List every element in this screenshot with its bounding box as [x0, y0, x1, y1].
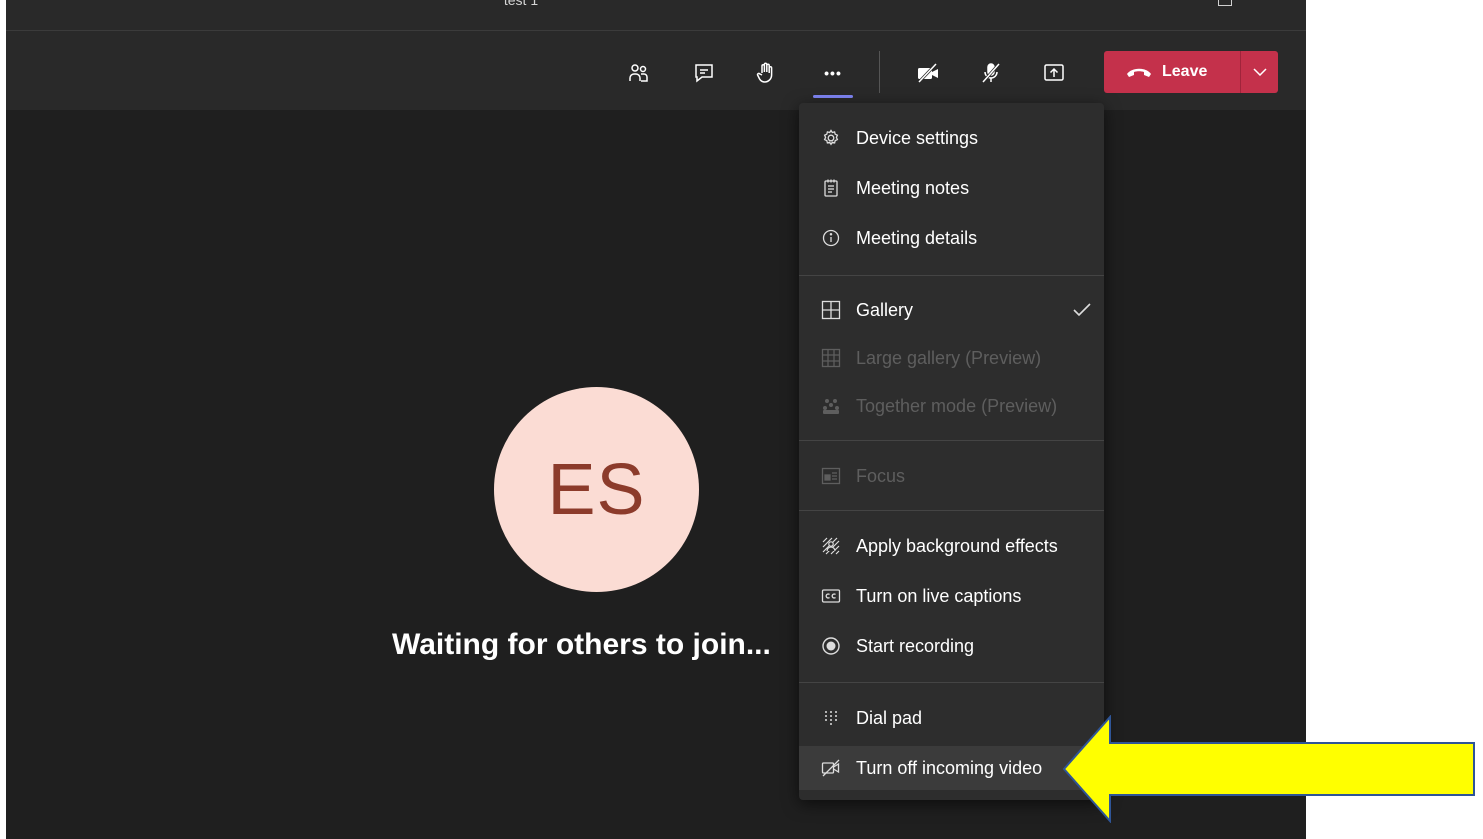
- gear-icon: [823, 129, 839, 146]
- title-bar: test 1: [6, 0, 1306, 30]
- teams-meeting-window: test 1 ••• Leave ES Waiting for others t…: [6, 0, 1306, 839]
- chevron-down-icon: [1252, 68, 1267, 76]
- menu-item-label: Meeting notes: [856, 177, 970, 198]
- meeting-toolbar: ••• Leave: [6, 30, 1306, 110]
- menu-item-turn-off-incoming-video[interactable]: Turn off incoming video: [799, 746, 1104, 790]
- menu-separator: [799, 440, 1104, 441]
- menu-item-live-captions[interactable]: Turn on live captions: [799, 574, 1104, 618]
- yellow-pointer-arrow: [1062, 715, 1475, 823]
- notes-icon: [824, 179, 838, 197]
- menu-separator: [799, 682, 1104, 683]
- leave-button[interactable]: Leave: [1104, 51, 1240, 93]
- menu-item-large-gallery[interactable]: Large gallery (Preview): [799, 336, 1104, 380]
- menu-item-label: Start recording: [856, 635, 975, 656]
- menu-item-meeting-notes[interactable]: Meeting notes: [799, 166, 1104, 210]
- menu-item-label: Together mode (Preview): [856, 395, 1058, 416]
- record-icon: [822, 637, 840, 655]
- share-tray-icon: [1044, 64, 1064, 81]
- gallery-grid-icon: [821, 300, 841, 320]
- leave-label: Leave: [1162, 63, 1208, 80]
- menu-item-background-effects[interactable]: Apply background effects: [799, 524, 1104, 568]
- avatar-initials: ES: [547, 449, 646, 530]
- share-tray-button[interactable]: [1034, 53, 1074, 93]
- toolbar-divider: [879, 51, 880, 93]
- info-icon: [822, 229, 840, 247]
- menu-item-label: Device settings: [856, 127, 979, 148]
- menu-item-label: Gallery: [856, 299, 914, 320]
- more-ellipsis-icon: •••: [824, 65, 842, 81]
- waiting-message: Waiting for others to join...: [392, 628, 771, 661]
- menu-item-label: Apply background effects: [856, 535, 1058, 556]
- people-icon: [629, 64, 648, 82]
- chat-button[interactable]: [684, 53, 724, 93]
- chat-icon: [695, 64, 713, 83]
- focus-icon: [821, 467, 841, 485]
- dial-pad-icon: [825, 711, 837, 725]
- maximize-icon[interactable]: [1218, 0, 1232, 6]
- camera-toggle-button[interactable]: [908, 53, 948, 93]
- menu-item-device-settings[interactable]: Device settings: [799, 116, 1104, 160]
- menu-item-meeting-details[interactable]: Meeting details: [799, 216, 1104, 260]
- menu-item-label: Focus: [856, 465, 906, 486]
- menu-item-label: Turn off incoming video: [856, 757, 1043, 778]
- hang-up-icon: [1127, 68, 1151, 77]
- participants-button[interactable]: [619, 53, 659, 93]
- menu-item-dial-pad[interactable]: Dial pad: [799, 696, 1104, 740]
- menu-item-label: Turn on live captions: [856, 585, 1022, 606]
- mic-off-icon: [981, 63, 1001, 83]
- menu-item-label: Meeting details: [856, 227, 978, 248]
- menu-separator: [799, 275, 1104, 276]
- avatar: ES: [494, 387, 699, 592]
- mic-toggle-button[interactable]: [971, 53, 1011, 93]
- captions-icon: [821, 589, 841, 603]
- menu-item-label: Large gallery (Preview): [856, 347, 1042, 368]
- background-effects-icon: [822, 537, 840, 555]
- camera-off-icon: [917, 62, 938, 84]
- more-actions-menu: Device settings Meeting notes Meeting de…: [799, 103, 1104, 800]
- leave-button-group: Leave: [1104, 51, 1278, 93]
- menu-item-start-recording[interactable]: Start recording: [799, 624, 1104, 668]
- raise-hand-icon: [756, 62, 773, 83]
- menu-item-together-mode[interactable]: Together mode (Preview): [799, 384, 1104, 428]
- checkmark-icon: [1073, 303, 1091, 317]
- video-off-icon: [821, 759, 840, 777]
- menu-item-focus[interactable]: Focus: [799, 454, 1104, 498]
- leave-options-button[interactable]: [1241, 51, 1278, 93]
- menu-item-gallery[interactable]: Gallery: [799, 288, 1104, 332]
- window-title: test 1: [503, 0, 539, 8]
- large-gallery-icon: [821, 348, 841, 368]
- menu-item-label: Dial pad: [856, 707, 923, 728]
- more-active-indicator: [813, 95, 853, 98]
- menu-separator: [799, 510, 1104, 511]
- more-actions-button[interactable]: •••: [813, 53, 853, 93]
- together-mode-icon: [823, 399, 839, 414]
- raise-hand-button[interactable]: [746, 53, 786, 93]
